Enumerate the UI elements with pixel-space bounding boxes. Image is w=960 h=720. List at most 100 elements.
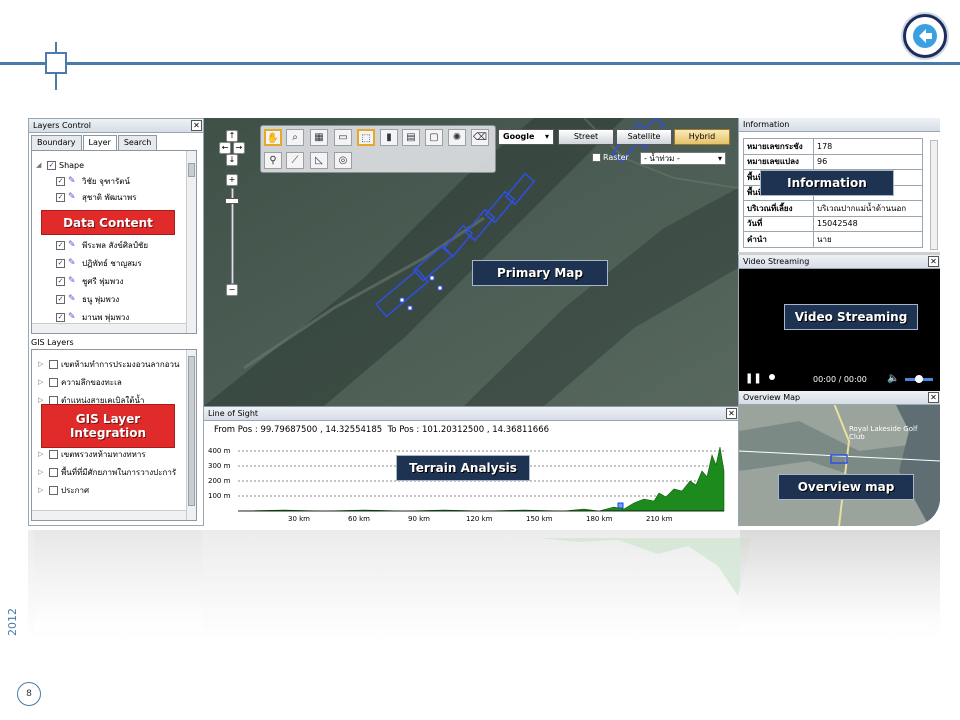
layer-item[interactable]: ✎ ชูศรี พุ่มพวง — [56, 273, 124, 289]
measure-icon[interactable]: ▦ — [310, 129, 328, 146]
satellite-button[interactable]: Satellite — [616, 129, 672, 145]
video-panel-close-button[interactable]: ✕ — [928, 256, 939, 267]
video-controls: ❚❚ 00:00 / 00:00 🔈 — [739, 369, 940, 391]
checkbox[interactable] — [49, 359, 58, 369]
layer-item-label: ธนู พุ่มพวง — [82, 294, 120, 304]
volume-handle[interactable] — [915, 375, 923, 383]
raster-dropdown[interactable]: - น้ำท่วม - ▾ — [640, 152, 726, 165]
primary-map[interactable]: ↑ ← → ↓ + − ✋ ⌕ ▦ ▭ ⬚ ▮ ▤ ▢ ✺ ⌫ ⚲ ⟋ ◺ ◎ … — [204, 118, 738, 406]
layers-panel-close-button[interactable]: ✕ — [191, 120, 202, 131]
expand-arrow-icon[interactable]: ▷ — [38, 360, 47, 368]
y-tick-label: 400 m — [208, 447, 231, 455]
overview-map-panel[interactable]: Overview Map ✕ Royal Lakeside Golf Club — [738, 391, 940, 526]
street-button[interactable]: Street — [558, 129, 614, 145]
reflection-left — [34, 530, 202, 630]
tab-search[interactable]: Search — [117, 135, 158, 150]
tab-layer[interactable]: Layer — [82, 135, 117, 150]
chart-icon[interactable]: ▮ — [380, 129, 398, 146]
expand-arrow-icon[interactable]: ▷ — [38, 378, 47, 386]
select-area-icon[interactable]: ⬚ — [357, 129, 375, 146]
info-key: หมายเลขแปลง — [743, 153, 814, 170]
layer-item[interactable]: ✎ วิชัย จุฑารัตน์ — [56, 173, 130, 189]
gis-list-hscrollbar[interactable] — [32, 510, 186, 520]
checkbox[interactable] — [56, 312, 65, 322]
zoom-out-button[interactable]: − — [226, 284, 238, 296]
table-row: หมายเลขแปลง 96 — [743, 153, 923, 170]
line-of-sight-close-button[interactable]: ✕ — [726, 408, 737, 419]
y-tick-label: 300 m — [208, 462, 231, 470]
polyline-icon[interactable]: ⟋ — [286, 152, 304, 169]
table-row: วันที่ 15042548 — [743, 215, 923, 232]
checkbox[interactable] — [49, 449, 58, 459]
pan-down-button[interactable]: ↓ — [226, 154, 238, 166]
scroll-thumb[interactable] — [188, 163, 195, 177]
layer-item[interactable]: ✎ สุชาติ พัฒนาพร — [56, 189, 137, 205]
polygon-icon[interactable]: ◺ — [310, 152, 328, 169]
expand-arrow-icon[interactable]: ◢ — [36, 161, 45, 169]
layer-item-label: ชูศรี พุ่มพวง — [82, 276, 124, 286]
eraser-icon[interactable]: ⌫ — [471, 129, 489, 146]
circle-icon[interactable]: ◎ — [334, 152, 352, 169]
hybrid-button[interactable]: Hybrid — [674, 129, 730, 145]
layers-tabs: Boundary Layer Search — [31, 135, 158, 150]
overview-panel-title: Overview Map — [739, 391, 940, 405]
layer-item[interactable]: ✎ ธนู พุ่มพวง — [56, 291, 119, 307]
gis-layer-label: เขตห้ามทำการประมงอวนลากอวน — [61, 359, 180, 369]
pause-icon[interactable]: ❚❚ — [745, 373, 762, 384]
print-icon[interactable]: ▤ — [402, 129, 420, 146]
seek-handle[interactable] — [769, 374, 775, 380]
from-pos-label: From Pos : — [214, 425, 258, 435]
gis-list-scrollbar[interactable] — [186, 350, 196, 520]
expand-arrow-icon[interactable]: ▷ — [38, 396, 47, 404]
gis-layer-item[interactable]: ▷ ความลึกของทะเล — [38, 374, 122, 390]
checkbox[interactable] — [56, 276, 65, 286]
zoom-icon[interactable]: ⌕ — [286, 129, 304, 146]
zoom-in-button[interactable]: + — [226, 174, 238, 186]
volume-icon[interactable]: 🔈 — [887, 373, 899, 384]
layer-item[interactable]: ✎ ปฏิพัทธ์ ชาญสมร — [56, 255, 142, 271]
hand-pan-icon[interactable]: ✋ — [264, 129, 282, 146]
checkbox[interactable] — [592, 153, 601, 162]
ruler-icon[interactable]: ▭ — [334, 129, 352, 146]
tree-group-shape[interactable]: ◢ Shape — [36, 157, 84, 173]
pan-right-button[interactable]: → — [233, 142, 245, 154]
expand-arrow-icon[interactable]: ▷ — [38, 450, 47, 458]
gis-layer-item[interactable]: ▷ เขตพรวงหห้ามทางทหาร — [38, 446, 146, 462]
checkbox[interactable] — [56, 176, 65, 186]
pin-icon[interactable]: ⚲ — [264, 152, 282, 169]
table-row: คำนำ นาย — [743, 231, 923, 248]
overview-panel-close-button[interactable]: ✕ — [928, 392, 939, 403]
expand-arrow-icon[interactable]: ▷ — [38, 468, 47, 476]
checkbox[interactable] — [56, 240, 65, 250]
reflection-right — [740, 530, 940, 630]
checkbox[interactable] — [49, 485, 58, 495]
info-value: บริเวณปากแม่น้ำด้านนอก — [813, 200, 923, 217]
sun-icon[interactable]: ✺ — [448, 129, 466, 146]
line-of-sight-title: Line of Sight — [204, 407, 738, 421]
layer-tree-scrollbar[interactable] — [186, 151, 196, 333]
checkbox[interactable] — [49, 377, 58, 387]
checkbox[interactable] — [47, 160, 56, 170]
gis-layer-item[interactable]: ▷ พื้นที่ที่มีศักยภาพในการวางปะการั — [38, 464, 176, 480]
checkbox[interactable] — [56, 294, 65, 304]
export-icon[interactable]: ▢ — [425, 129, 443, 146]
checkbox[interactable] — [56, 258, 65, 268]
info-scrollbar[interactable] — [930, 140, 938, 250]
back-button[interactable] — [903, 14, 947, 58]
layer-tree-hscrollbar[interactable] — [32, 323, 186, 333]
gis-layer-item[interactable]: ▷ ประกาศ — [38, 482, 89, 498]
gis-layer-label: พื้นที่ที่มีศักยภาพในการวางปะการั — [61, 467, 177, 477]
pan-up-button[interactable]: ↑ — [226, 130, 238, 142]
checkbox[interactable] — [56, 192, 65, 202]
raster-toggle[interactable]: Raster — [592, 153, 629, 162]
map-provider-select[interactable]: Google ▾ — [498, 129, 554, 145]
pan-left-button[interactable]: ← — [219, 142, 231, 154]
gis-layer-item[interactable]: ▷ เขตห้ามทำการประมงอวนลากอวน — [38, 356, 179, 372]
expand-arrow-icon[interactable]: ▷ — [38, 486, 47, 494]
tab-boundary[interactable]: Boundary — [31, 135, 82, 150]
zoom-slider-thumb[interactable] — [225, 198, 239, 204]
scroll-thumb[interactable] — [188, 356, 195, 506]
layer-item[interactable]: ✎ พีระพล สังข์ศิลป์ชัย — [56, 237, 148, 253]
info-key: คำนำ — [743, 231, 814, 248]
checkbox[interactable] — [49, 467, 58, 477]
